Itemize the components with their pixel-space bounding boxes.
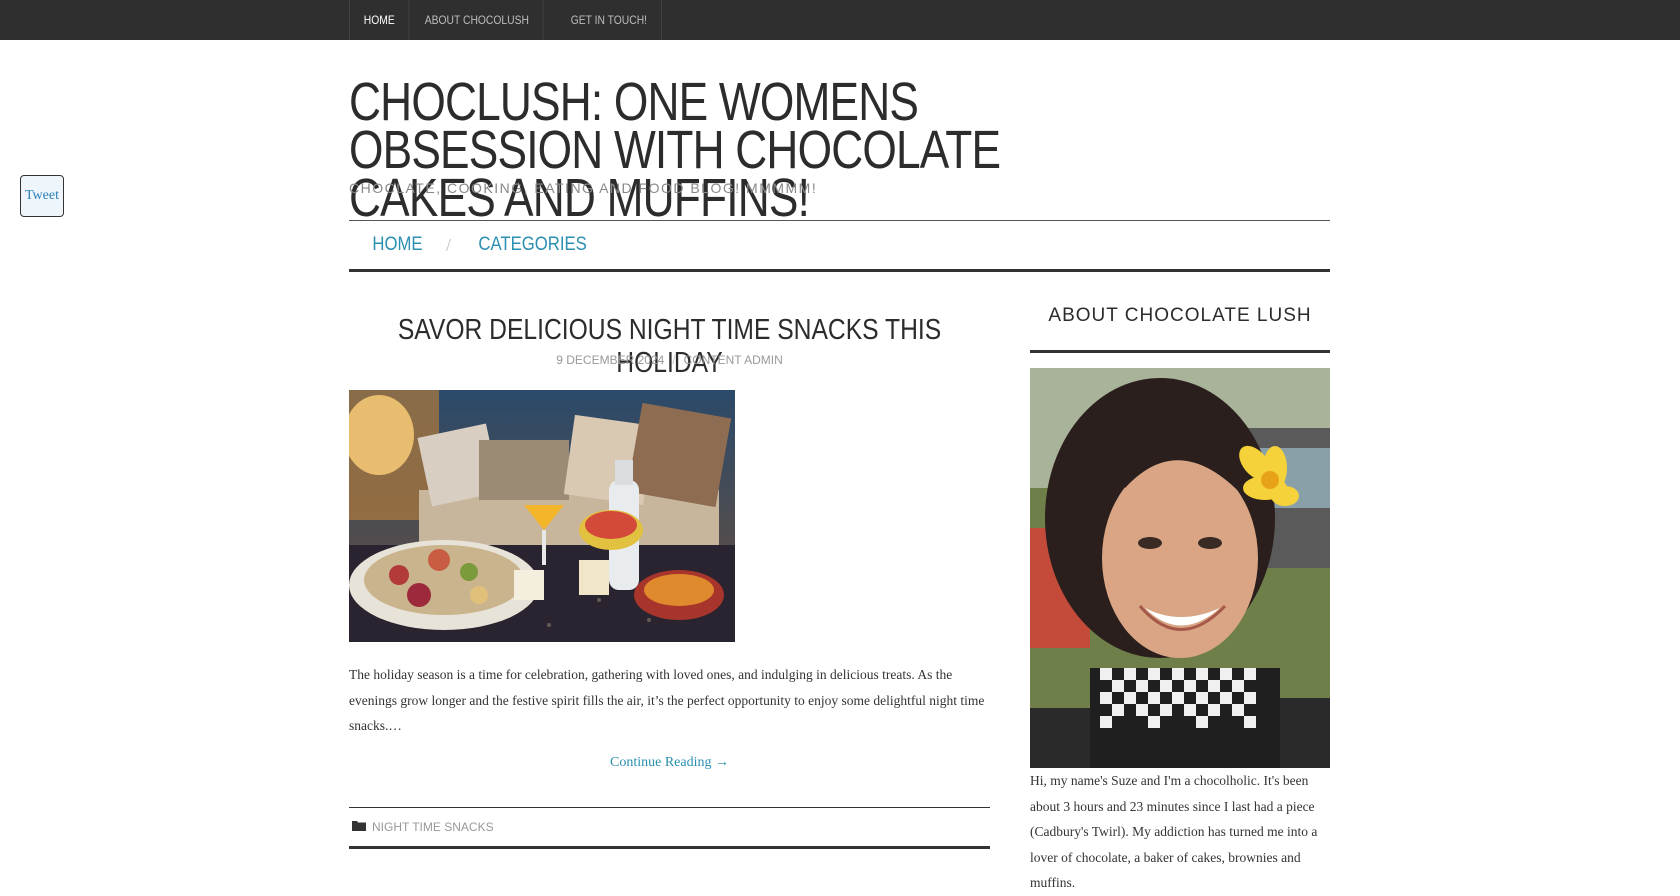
main-navigation: Home / Categories: [349, 220, 1330, 272]
post-author[interactable]: Content Admin: [684, 353, 783, 367]
author-profile-photo: [1030, 368, 1330, 768]
top-nav-contact[interactable]: Get in touch!: [557, 0, 662, 40]
post-date[interactable]: 9 December 2024: [556, 353, 664, 367]
site-description: Choclate, cooking, eating and food blog!…: [349, 180, 818, 196]
post-category-bar: Night Time Snacks: [349, 807, 990, 849]
main-nav-categories[interactable]: Categories: [461, 234, 605, 256]
post-meta: 9 December 2024 / Content Admin: [349, 353, 990, 367]
tweet-button[interactable]: Tweet: [20, 175, 64, 217]
folder-icon: [352, 820, 366, 834]
post-featured-image[interactable]: [349, 390, 735, 642]
top-bar: Home About Chocolush Get in touch!: [0, 0, 1680, 40]
nav-separator: /: [446, 234, 452, 255]
meta-separator: /: [672, 353, 676, 367]
continue-reading-link[interactable]: Continue Reading →: [349, 755, 990, 771]
top-nav-about[interactable]: About Chocolush: [411, 0, 544, 40]
top-navigation: Home About Chocolush Get in touch!: [349, 0, 671, 40]
post-excerpt: The holiday season is a time for celebra…: [349, 667, 985, 733]
top-nav-home[interactable]: Home: [350, 0, 410, 40]
sidebar-widget-title: About Chocolate Lush: [1030, 305, 1330, 353]
about-text: Hi, my name's Suze and I'm a chocolholic…: [1030, 773, 1318, 890]
main-nav-home[interactable]: Home: [355, 234, 440, 256]
post-category-link[interactable]: Night Time Snacks: [372, 820, 494, 834]
site-title[interactable]: Choclush: One womens obsession with choc…: [349, 75, 1087, 225]
post-title[interactable]: Savor Delicious Night Time Snacks This H…: [397, 314, 942, 380]
